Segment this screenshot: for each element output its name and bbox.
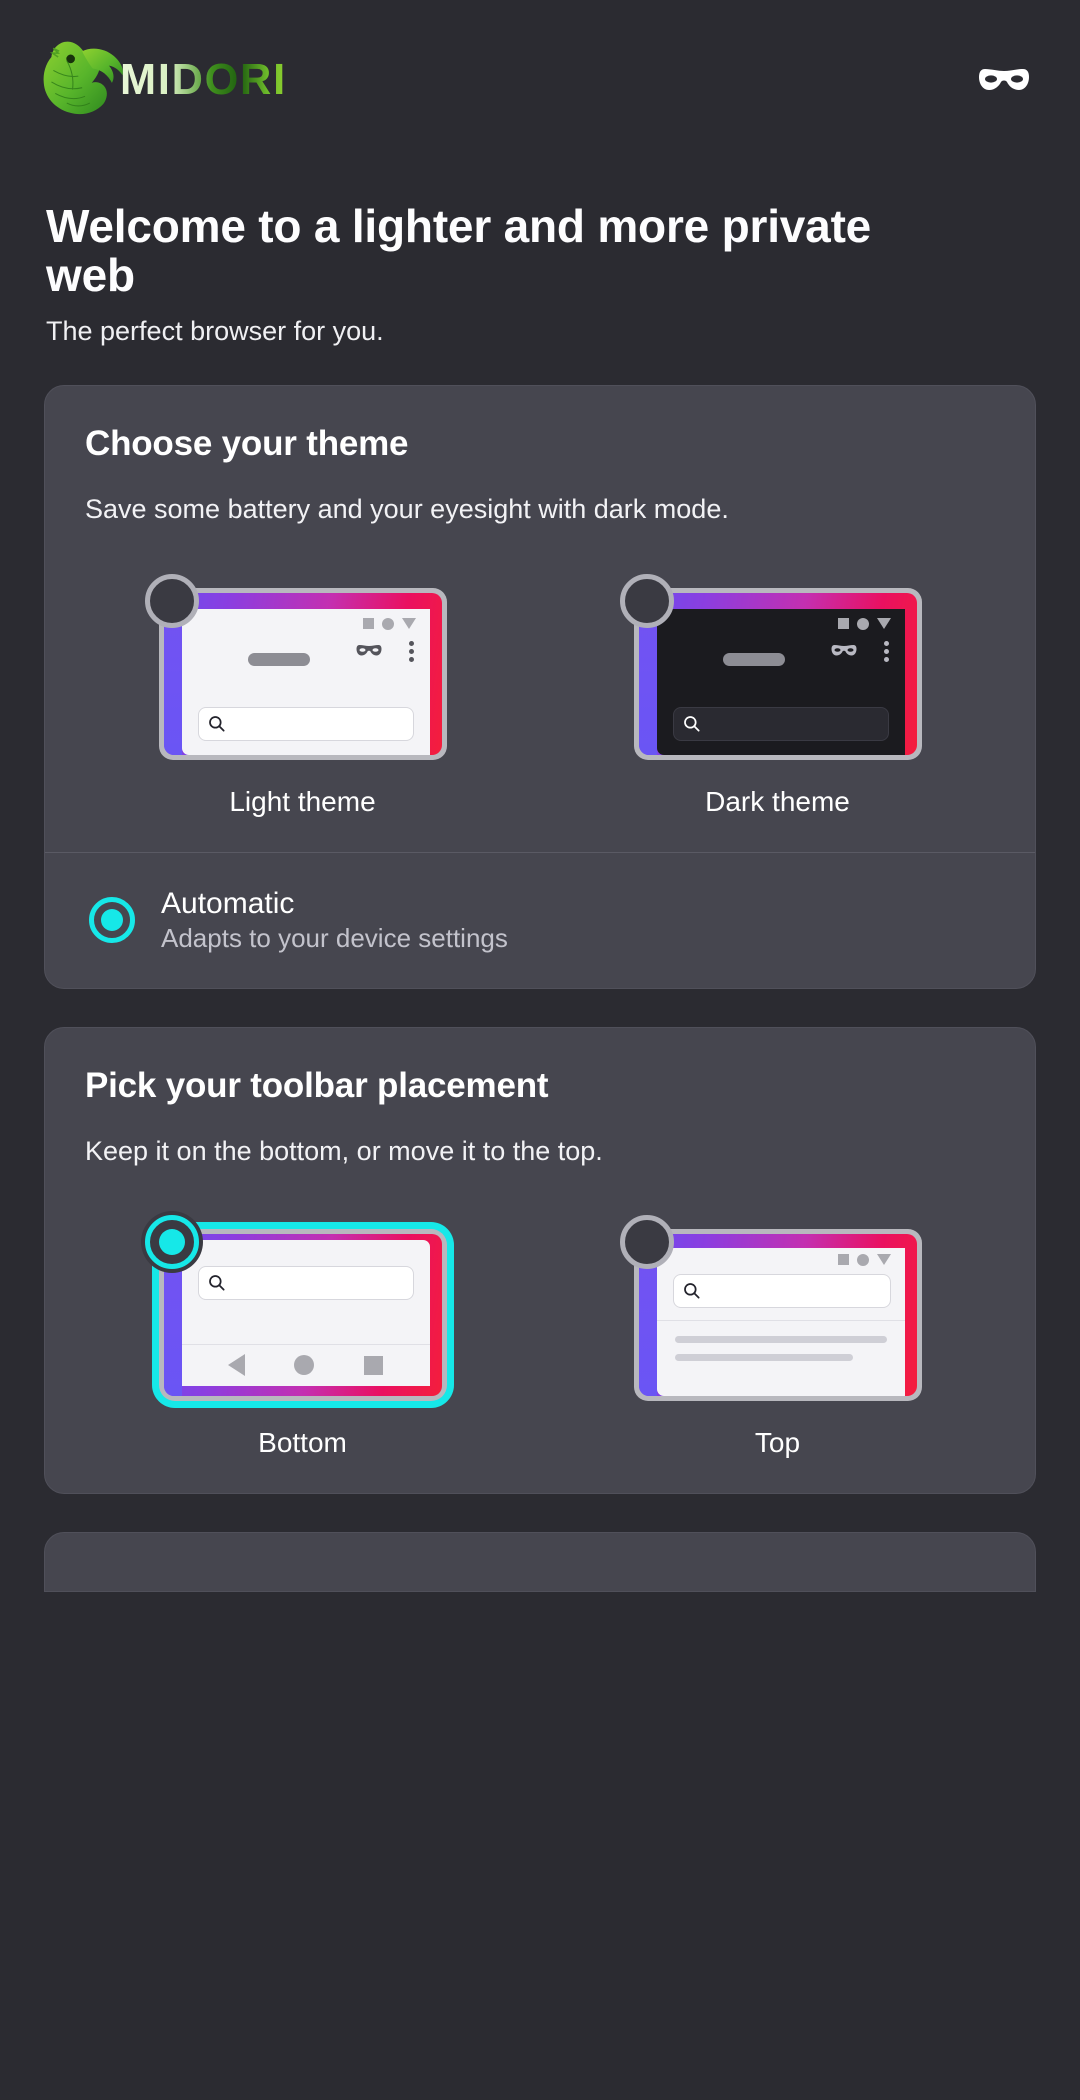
toolbar-options: Bottom Top	[45, 1179, 1035, 1459]
circle-icon	[856, 1253, 869, 1266]
theme-card-body: Choose your theme Save some battery and …	[45, 386, 1035, 537]
content-line	[674, 1353, 853, 1361]
automatic-sublabel: Adapts to your device settings	[161, 922, 508, 953]
mask-icon	[831, 644, 856, 656]
square-icon	[837, 1254, 849, 1266]
top-preview-wrap	[564, 1214, 991, 1401]
automatic-radio[interactable]	[89, 897, 135, 944]
search-icon	[683, 715, 700, 732]
theme-card: Choose your theme Save some battery and …	[44, 385, 1036, 989]
light-theme-label: Light theme	[229, 785, 376, 817]
three-dot-menu-icon	[408, 640, 414, 662]
dark-theme-radio[interactable]	[619, 573, 674, 628]
settings-cards: Choose your theme Save some battery and …	[0, 347, 1080, 1592]
bottom-toolbar-screen	[181, 1239, 430, 1386]
dark-search-bar[interactable]	[672, 706, 889, 741]
dark-theme-frame	[638, 592, 917, 755]
light-search-bar[interactable]	[197, 706, 414, 741]
dark-theme-preview-wrap	[564, 573, 991, 760]
top-search-bar[interactable]	[672, 1273, 891, 1308]
toolbar-card-title: Pick your toolbar placement	[85, 1065, 549, 1105]
mask-icon	[979, 69, 1029, 90]
theme-option-dark[interactable]: Dark theme	[564, 573, 991, 818]
svg-text:MIDORI: MIDORI	[120, 56, 287, 104]
bottom-toolbar-radio[interactable]	[144, 1214, 199, 1269]
light-theme-thumbnail[interactable]	[144, 573, 447, 760]
brand-lockup: MIDORI	[38, 32, 345, 128]
light-theme-radio[interactable]	[144, 573, 199, 628]
circle-icon	[381, 617, 394, 630]
dark-theme-screen	[656, 608, 905, 755]
content-line	[674, 1335, 887, 1343]
light-theme-preview-wrap	[89, 573, 516, 760]
onboarding-screen: MIDORI Welcome to a lighter and more pri…	[0, 0, 1080, 2100]
top-toolbar-frame	[638, 1233, 917, 1396]
square-icon[interactable]	[363, 1355, 383, 1375]
triangle-down-icon	[401, 618, 416, 630]
dark-theme-label: Dark theme	[705, 785, 850, 817]
dark-mini-window-icons	[837, 617, 891, 630]
app-header: MIDORI	[0, 0, 1080, 160]
bottom-navigation-bar	[181, 1343, 430, 1386]
light-content-pill	[247, 652, 310, 666]
top-toolbar-label: Top	[754, 1426, 801, 1458]
search-icon	[208, 715, 225, 732]
top-toolbar-thumbnail[interactable]	[619, 1214, 922, 1401]
bottom-preview-wrap	[89, 1214, 516, 1401]
theme-options: Light theme Dark theme	[45, 538, 1035, 818]
toolbar-card-footer-spacer	[45, 1459, 1035, 1493]
square-icon	[837, 618, 849, 630]
toolbar-option-top[interactable]: Top	[564, 1214, 991, 1459]
theme-card-description: Save some battery and your eyesight with…	[85, 494, 729, 525]
automatic-theme-option[interactable]: Automatic Adapts to your device settings	[45, 851, 1035, 988]
bottom-search-bar[interactable]	[197, 1265, 414, 1300]
automatic-texts: Automatic Adapts to your device settings	[161, 887, 508, 954]
light-theme-screen	[181, 608, 430, 755]
three-dot-menu-icon	[883, 640, 889, 662]
bottom-toolbar-label: Bottom	[258, 1426, 347, 1458]
theme-option-light[interactable]: Light theme	[89, 573, 516, 818]
intro-block: Welcome to a lighter and more private we…	[0, 160, 1080, 347]
dark-content-pill	[722, 652, 785, 666]
automatic-label: Automatic	[161, 886, 295, 920]
top-toolbar-screen	[656, 1247, 905, 1396]
bottom-toolbar-frame	[163, 1233, 442, 1396]
brand-wordmark: MIDORI	[120, 56, 287, 104]
search-icon	[208, 1274, 225, 1291]
theme-card-title: Choose your theme	[85, 424, 409, 464]
top-mini-window-icons	[837, 1253, 891, 1266]
toolbar-card-description: Keep it on the bottom, or move it to the…	[85, 1135, 603, 1166]
light-theme-frame	[163, 592, 442, 755]
mask-icon	[356, 644, 381, 656]
page-subtitle: The perfect browser for you.	[46, 316, 384, 347]
top-content-divider	[656, 1319, 905, 1321]
circle-icon[interactable]	[294, 1355, 315, 1376]
triangle-down-icon	[876, 1254, 891, 1266]
toolbar-card: Pick your toolbar placement Keep it on t…	[44, 1026, 1036, 1494]
private-mode-button[interactable]	[972, 48, 1036, 112]
circle-icon	[856, 617, 869, 630]
page-title: Welcome to a lighter and more private we…	[46, 200, 872, 302]
toolbar-option-bottom[interactable]: Bottom	[89, 1214, 516, 1459]
bottom-toolbar-thumbnail[interactable]	[144, 1214, 447, 1401]
top-toolbar-radio[interactable]	[619, 1214, 674, 1269]
search-icon	[683, 1282, 700, 1299]
triangle-down-icon	[876, 618, 891, 630]
back-triangle-icon[interactable]	[228, 1354, 246, 1377]
light-mini-window-icons	[362, 617, 416, 630]
dark-theme-thumbnail[interactable]	[619, 573, 922, 760]
next-card-partial	[44, 1531, 1036, 1592]
square-icon	[362, 618, 374, 630]
toolbar-card-body: Pick your toolbar placement Keep it on t…	[45, 1028, 1035, 1179]
